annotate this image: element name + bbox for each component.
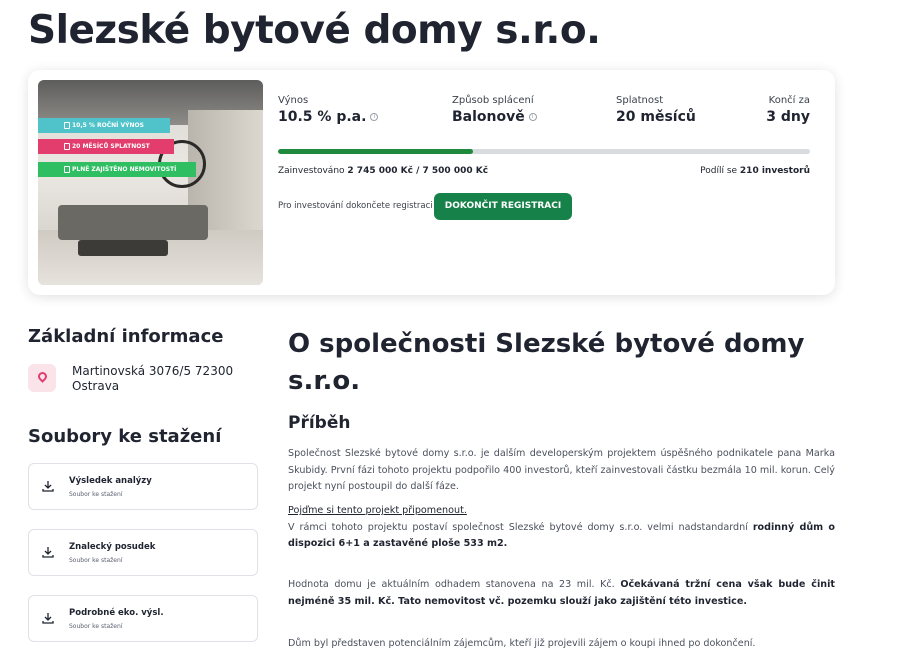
complete-registration-button[interactable]: DOKONČIT REGISTRACI [434, 193, 572, 220]
file-sub: Soubor ke stažení [69, 491, 123, 498]
project-photo[interactable]: 10,5 % ROČNÍ VÝNOS 20 MĚSÍCŮ SPLATNOST P… [38, 80, 263, 285]
investors-value: 210 investorů [739, 166, 810, 176]
yield-tag-label: 10,5 % ROČNÍ VÝNOS [72, 122, 144, 129]
invested-label: Zainvestováno [278, 166, 345, 176]
stat-yield: Výnos 10.5 % p.a. i [278, 95, 379, 125]
file-name: Znalecký posudek [69, 542, 156, 552]
secured-tag: PLNĚ ZAJIŠTĚNO NEMOVITOSTÍ [38, 162, 196, 177]
invested-amount: Zainvestováno 2 745 000 Kč / 7 500 000 K… [278, 166, 488, 176]
download-file-analysis[interactable]: Výsledek analýzy Soubor ke stažení [28, 463, 258, 510]
investors-label: Podílí se [700, 166, 738, 176]
reminder-link[interactable]: Pojďme si tento projekt připomenout. [288, 505, 467, 516]
download-icon [42, 481, 54, 492]
chart-icon [64, 122, 70, 129]
story-paragraph-2-text: V rámci tohoto projektu postaví společno… [288, 521, 753, 533]
stat-maturity-label: Splatnost [616, 95, 664, 106]
registration-hint: Pro investování dokončete registraci [278, 201, 433, 211]
address-line-1: Martinovská 3076/5 72300 [72, 364, 234, 378]
investment-card: 10,5 % ROČNÍ VÝNOS 20 MĚSÍCŮ SPLATNOST P… [28, 70, 835, 295]
calendar-icon [64, 143, 70, 150]
stat-yield-value: 10.5 % p.a. [278, 109, 367, 125]
stat-ends-label: Končí za [768, 95, 810, 106]
file-name: Výsledek analýzy [69, 476, 152, 486]
maturity-tag-label: 20 MĚSÍCŮ SPLATNOST [72, 143, 150, 150]
maturity-tag: 20 MĚSÍCŮ SPLATNOST [38, 139, 174, 154]
stat-repayment-value-row: Balonově i [452, 109, 537, 125]
stat-repayment-label: Způsob splácení [452, 95, 534, 106]
yield-tag: 10,5 % ROČNÍ VÝNOS [38, 118, 170, 133]
about-company-title: O společnosti Slezské bytové domy s.r.o. [288, 329, 805, 396]
story-paragraph-1: Společnost Slezské bytové domy s.r.o. je… [288, 448, 835, 492]
story-paragraph-3: Hodnota domu je aktuálním odhadem stanov… [288, 577, 835, 610]
file-name: Podrobné eko. výsl. [69, 608, 164, 618]
story-paragraph-3-text: Hodnota domu je aktuálním odhadem stanov… [288, 579, 621, 590]
basic-info-title: Základní informace [28, 326, 224, 347]
stat-ends-value: 3 dny [766, 109, 810, 125]
story-paragraph-2: Pojďme si tento projekt připomenout. V r… [288, 503, 835, 553]
stat-yield-value-row: 10.5 % p.a. i [278, 109, 379, 125]
info-icon[interactable]: i [528, 113, 537, 121]
funding-progress-bar [278, 149, 810, 154]
downloads-title: Soubory ke stažení [28, 426, 222, 447]
download-file-economics[interactable]: Podrobné eko. výsl. Soubor ke stažení [28, 595, 258, 642]
photo-sofa [58, 205, 208, 240]
investors-count: Podílí se 210 investorů [700, 166, 810, 176]
stat-maturity: Splatnost 20 měsíců [616, 95, 696, 125]
pin-shape [36, 370, 49, 383]
photo-table [78, 240, 168, 256]
story-paragraph-4: Dům byl představen potenciálním zájemcům… [288, 638, 756, 649]
info-icon[interactable]: i [370, 113, 379, 121]
company-address: Martinovská 3076/5 72300 Ostrava [72, 364, 233, 394]
story-title: Příběh [288, 413, 351, 433]
funding-progress-fill [278, 149, 473, 154]
stat-yield-label: Výnos [278, 95, 309, 106]
address-line-2: Ostrava [72, 379, 120, 393]
house-icon [64, 166, 70, 173]
stat-repayment-value: Balonově [452, 109, 525, 125]
secured-tag-label: PLNĚ ZAJIŠTĚNO NEMOVITOSTÍ [72, 166, 177, 173]
file-sub: Soubor ke stažení [69, 623, 123, 630]
invested-value: 2 745 000 Kč / 7 500 000 Kč [347, 166, 489, 176]
stat-maturity-value: 20 měsíců [616, 109, 696, 125]
download-icon [42, 547, 54, 558]
stat-repayment: Způsob splácení Balonově i [452, 95, 537, 125]
download-icon [42, 613, 54, 624]
download-file-appraisal[interactable]: Znalecký posudek Soubor ke stažení [28, 529, 258, 576]
page-title: Slezské bytové domy s.r.o. [28, 8, 601, 53]
file-sub: Soubor ke stažení [69, 557, 123, 564]
stat-ends: Končí za 3 dny [766, 95, 810, 125]
location-pin-icon [28, 364, 56, 392]
